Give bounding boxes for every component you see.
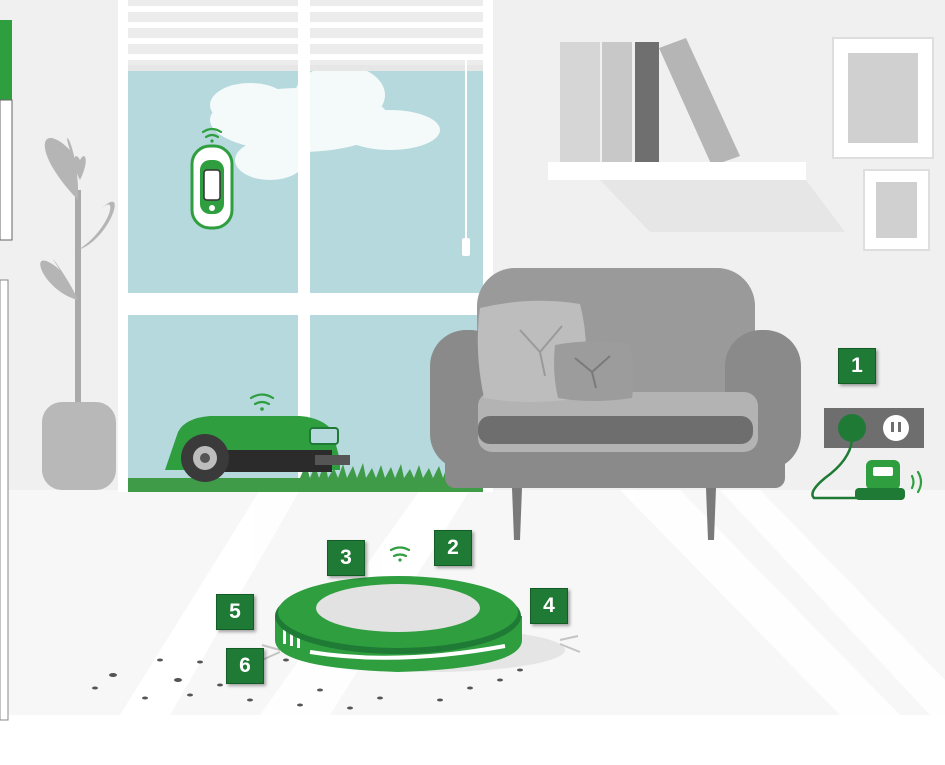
smart-home-illustration: 1 2 3 4 5 6 (0, 0, 945, 765)
callout-marker-4[interactable]: 4 (530, 588, 568, 624)
callout-marker-2[interactable]: 2 (434, 530, 472, 566)
callout-marker-3[interactable]: 3 (327, 540, 365, 576)
room-scene (0, 0, 945, 765)
power-outlet-icon (824, 408, 924, 448)
callout-marker-1[interactable]: 1 (838, 348, 876, 384)
callout-marker-5[interactable]: 5 (216, 594, 254, 630)
smartphone-icon (190, 144, 234, 230)
bottom-margin (0, 715, 945, 765)
callout-marker-6[interactable]: 6 (226, 648, 264, 684)
